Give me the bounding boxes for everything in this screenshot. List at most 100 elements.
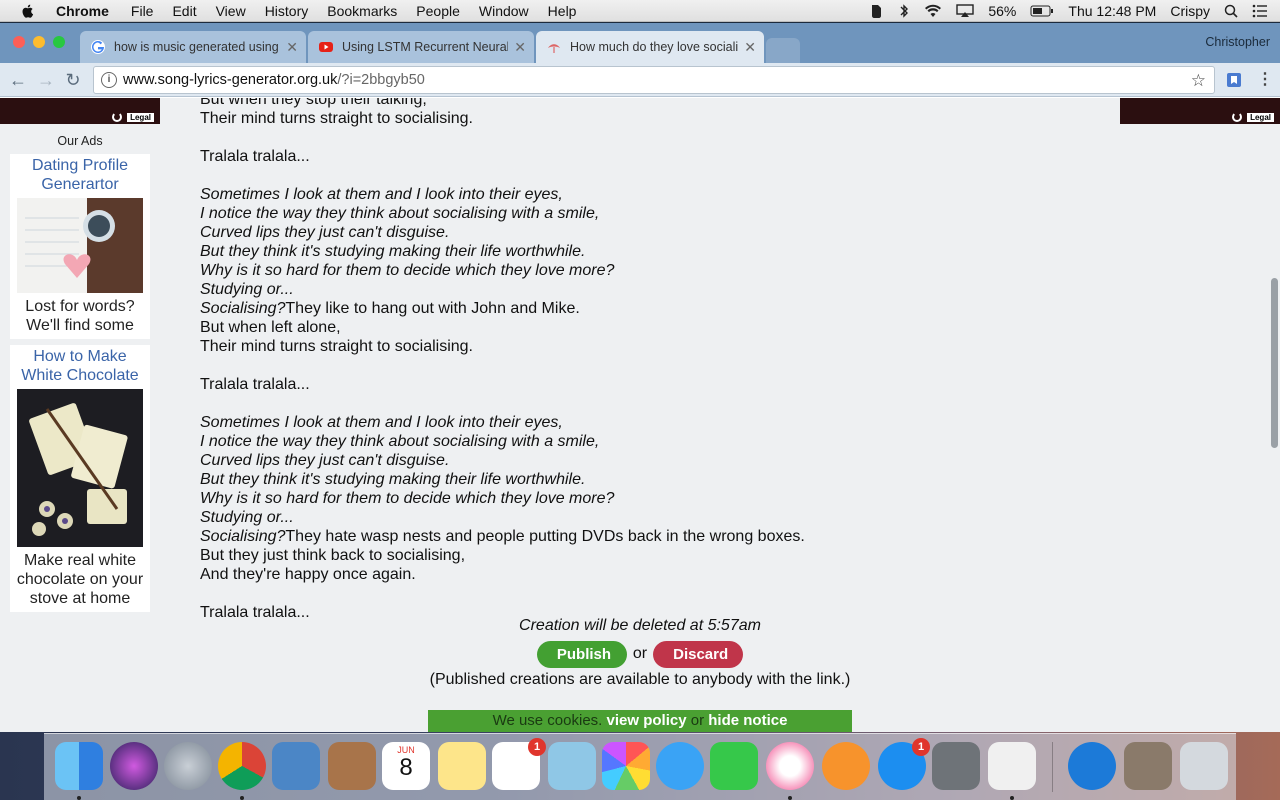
bookmark-star-icon[interactable]: ☆ — [1191, 71, 1206, 91]
menu-help[interactable]: Help — [548, 3, 577, 19]
ad-image-white-chocolate[interactable] — [17, 389, 143, 547]
menu-people[interactable]: People — [416, 3, 460, 19]
ibooks-icon[interactable] — [822, 742, 870, 790]
top-right-ad-banner[interactable]: Legal — [1120, 98, 1280, 124]
forward-arrow-icon[interactable]: → — [36, 70, 56, 90]
tab-song-generator[interactable]: How much do they love sociali ✕ — [536, 31, 764, 63]
trash-icon[interactable] — [1180, 742, 1228, 790]
cookie-or: or — [690, 712, 705, 729]
view-policy-link[interactable]: view policy — [607, 712, 687, 729]
site-info-icon[interactable]: i — [101, 72, 117, 88]
ad-title[interactable]: Dating Profile Generartor — [14, 156, 146, 194]
zoom-window-button[interactable] — [53, 36, 65, 48]
ads-heading: Our Ads — [57, 134, 103, 148]
google-icon — [91, 40, 105, 54]
tab-close-icon[interactable]: ✕ — [514, 39, 526, 56]
calendar-icon[interactable]: JUN 8 — [382, 742, 430, 790]
lyric-line: Their mind turns straight to socialising… — [200, 109, 1050, 128]
publish-button[interactable]: Publish — [536, 640, 627, 668]
notes-icon[interactable] — [438, 742, 486, 790]
lyric-gap — [200, 584, 1050, 603]
lyric-text: Why is it so hard for them to decide whi… — [200, 490, 615, 507]
siri-icon[interactable] — [110, 742, 158, 790]
ads-sidebar: Our Ads Dating Profile Generartor Lost f… — [0, 124, 160, 618]
bookmark-extension-icon[interactable] — [1226, 72, 1242, 88]
ad-legal-label[interactable]: Legal — [127, 113, 154, 122]
menu-bar: Chrome File Edit View History Bookmarks … — [0, 0, 1280, 22]
page-content: Legal Legal Our Ads Dating Profile Gener… — [0, 98, 1280, 732]
ad-image-notebook-heart[interactable] — [17, 198, 143, 293]
ad-legal-label[interactable]: Legal — [1247, 113, 1274, 122]
cookie-text: We use cookies. — [492, 712, 603, 729]
maps-icon[interactable] — [548, 742, 596, 790]
profile-name[interactable]: Christopher — [1205, 35, 1270, 49]
chrome-menu-icon[interactable]: ⋮ — [1257, 69, 1273, 89]
close-window-button[interactable] — [13, 36, 25, 48]
running-indicator — [1010, 796, 1014, 800]
menu-edit[interactable]: Edit — [172, 3, 196, 19]
lyric-text-rest: They like to hang out with John and Mike… — [285, 300, 580, 317]
address-bar[interactable]: i www.song-lyrics-generator.org.uk/?i=2b… — [93, 66, 1215, 94]
tab-close-icon[interactable]: ✕ — [744, 39, 756, 56]
deletion-notice: Creation will be deleted at 5:57am — [519, 617, 761, 634]
lyric-text: Socialising? — [200, 300, 286, 317]
user-name[interactable]: Crispy — [1170, 3, 1210, 19]
menu-app-name[interactable]: Chrome — [56, 3, 109, 19]
adchoices-icon[interactable] — [1232, 112, 1242, 122]
toolbar: ← → ↻ i www.song-lyrics-generator.org.uk… — [0, 63, 1280, 97]
new-tab-button[interactable] — [766, 38, 800, 63]
tab-bar: how is music generated using ✕ Using LST… — [0, 23, 1280, 63]
photos-icon[interactable] — [602, 742, 650, 790]
tab-title: how is music generated using — [114, 40, 279, 54]
airplay-icon[interactable] — [956, 4, 975, 18]
messages-icon[interactable] — [656, 742, 704, 790]
tab-close-icon[interactable]: ✕ — [286, 39, 298, 56]
wifi-icon[interactable] — [924, 4, 942, 18]
apple-menu-icon[interactable] — [20, 3, 36, 19]
applications-folder-icon[interactable] — [1068, 742, 1116, 790]
lyric-line: Socialising?They hate wasp nests and peo… — [200, 527, 1050, 546]
menu-history[interactable]: History — [265, 3, 309, 19]
minimize-window-button[interactable] — [33, 36, 45, 48]
adchoices-icon[interactable] — [112, 112, 122, 122]
menu-file[interactable]: File — [131, 3, 154, 19]
page-scrollbar[interactable] — [1271, 278, 1278, 448]
itunes-icon[interactable] — [766, 742, 814, 790]
launchpad-icon[interactable] — [164, 742, 212, 790]
lyric-text: I notice the way they think about social… — [200, 433, 600, 450]
lyric-line: I notice the way they think about social… — [200, 204, 1050, 223]
ad-text[interactable]: Make real white chocolate on your stove … — [14, 551, 146, 608]
lyric-text: But they think it's studying making thei… — [200, 471, 586, 488]
battery-icon[interactable] — [1030, 5, 1054, 17]
evernote-icon[interactable] — [868, 3, 884, 19]
ad-title[interactable]: How to Make White Chocolate — [14, 347, 146, 385]
menu-bookmarks[interactable]: Bookmarks — [327, 3, 397, 19]
ad-text[interactable]: Lost for words? We'll find some — [14, 297, 146, 335]
hide-notice-link[interactable]: hide notice — [708, 712, 787, 729]
calendar-day: 8 — [399, 754, 413, 781]
contacts-icon[interactable] — [328, 742, 376, 790]
ad-card-dating-profile[interactable]: Dating Profile Generartor Lost for words… — [10, 154, 150, 339]
mail-icon[interactable] — [272, 742, 320, 790]
menu-window[interactable]: Window — [479, 3, 529, 19]
finder-icon[interactable] — [55, 742, 103, 790]
tab-google-search[interactable]: how is music generated using ✕ — [80, 31, 306, 63]
downloads-stack-icon[interactable] — [1124, 742, 1172, 790]
reload-icon[interactable]: ↻ — [63, 70, 83, 90]
clock[interactable]: Thu 12:48 PM — [1068, 3, 1156, 19]
bluetooth-icon[interactable] — [898, 3, 910, 19]
system-preferences-icon[interactable] — [932, 742, 980, 790]
chrome-icon[interactable] — [218, 742, 266, 790]
facetime-icon[interactable] — [710, 742, 758, 790]
top-left-ad-banner[interactable]: Legal — [0, 98, 160, 124]
textedit-icon[interactable] — [988, 742, 1036, 790]
discard-button[interactable]: Discard — [653, 640, 744, 668]
notification-center-icon[interactable] — [1252, 4, 1268, 18]
lyric-line: Tralala tralala... — [200, 375, 1050, 394]
spotlight-search-icon[interactable] — [1224, 4, 1238, 18]
lyric-gap — [200, 128, 1050, 147]
back-arrow-icon[interactable]: ← — [8, 70, 28, 90]
tab-youtube[interactable]: Using LSTM Recurrent Neural ✕ — [308, 31, 534, 63]
menu-view[interactable]: View — [216, 3, 246, 19]
ad-card-white-chocolate[interactable]: How to Make White Chocolate Make real wh… — [10, 345, 150, 612]
